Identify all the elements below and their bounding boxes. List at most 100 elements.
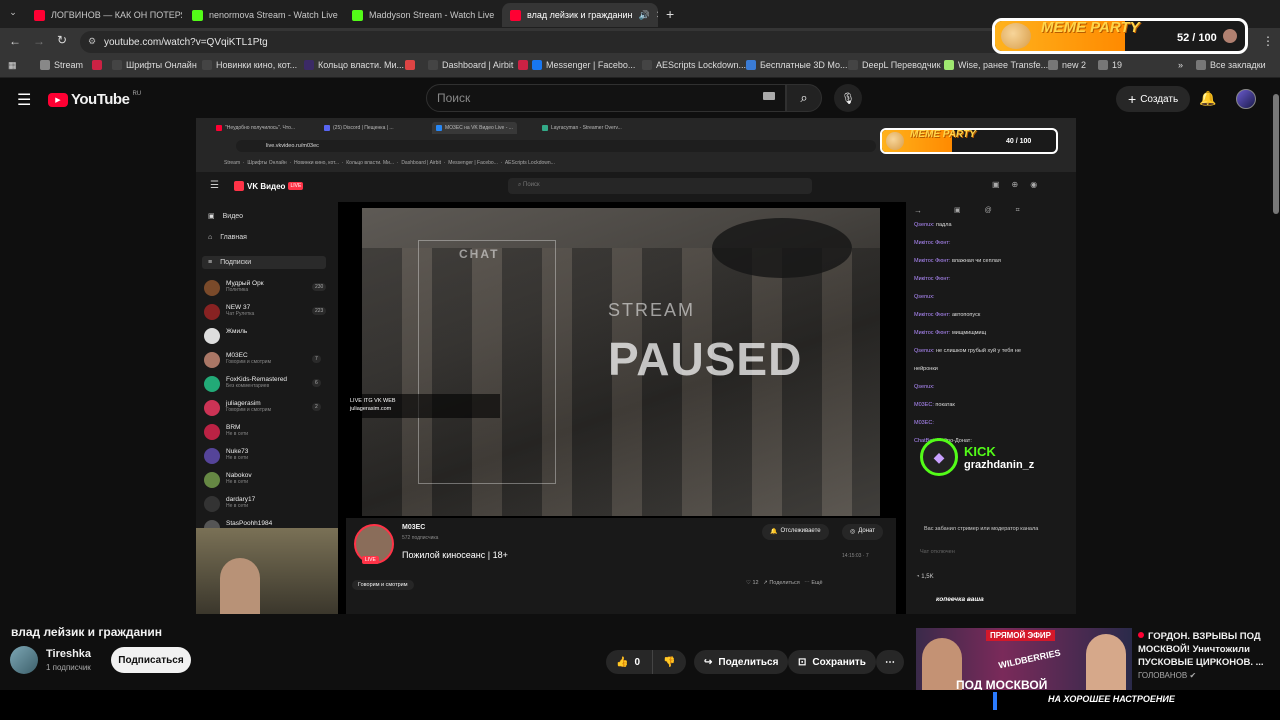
search-input[interactable]: Поиск [426, 84, 786, 112]
kick-brand: KICK [964, 443, 996, 459]
account-avatar[interactable] [1236, 89, 1256, 109]
bookmark-fonts[interactable]: Шрифты Онлайн [112, 60, 197, 70]
speaker-icon[interactable]: 🔊 [639, 10, 650, 21]
bookmark-stream[interactable]: Stream [40, 60, 83, 70]
page-scrollbar[interactable] [1272, 82, 1280, 642]
chat-username: Микітос Фюнт: [914, 276, 951, 282]
channel-avatar[interactable] [10, 646, 38, 674]
site-info-icon[interactable]: ⚙ [88, 36, 96, 47]
subscribe-label: Подписаться [118, 654, 184, 666]
rec-thumbnail[interactable]: ПРЯМОЙ ЭФИР WILDBERRIES ПОД МОСКВОЙ [916, 628, 1132, 692]
keyboard-icon[interactable] [763, 92, 775, 100]
apps-icon[interactable]: ▦ [8, 60, 17, 71]
bottom-tagline: НА ХОРОШЕЕ НАСТРОЕНИЕ [1048, 694, 1175, 704]
stream-share: Поделиться [769, 580, 800, 586]
browser-tab-4-active[interactable]: влад лейзик и гражданин 🔊 ✕ [502, 3, 658, 27]
favicon-icon [324, 125, 330, 131]
channel-status: Политика [226, 287, 249, 293]
inner-bookmark: AEScripts Lockdown... [504, 160, 555, 166]
channel-item: Мудрый Орк Политика 230 [204, 280, 327, 296]
bookmark-movies[interactable]: Новинки кино, кот... [202, 60, 297, 70]
bookmark-gmail[interactable] [405, 60, 415, 70]
bookmark-wise[interactable]: Wise, ранее Transfe... [944, 60, 1048, 70]
bookmark-label: Dashboard | Airbit [442, 60, 514, 70]
rec-channel[interactable]: ГОЛОВАНОВ ✔ [1138, 671, 1196, 680]
all-bookmarks[interactable]: Все закладки [1196, 60, 1266, 70]
channel-item: juliagerasim Говорим и смотрим 2 [204, 400, 321, 416]
like-button[interactable]: 👍 0 [606, 650, 652, 674]
chat-message: Микітос Фюнт: влажная чи сеплая [914, 258, 1001, 264]
nav-video: ▣ Видео [208, 212, 243, 221]
channel-name: FoxKids-Remastered [226, 376, 288, 383]
bookmark-aescripts[interactable]: AEScripts Lockdown... [642, 60, 746, 70]
stream-player: CHAT STREAM PAUSED [362, 208, 880, 516]
bookmark-rings[interactable]: Кольцо власти. Ми... [304, 60, 404, 70]
chat-message: Qsenux: падла [914, 222, 952, 228]
bookmark-icon [92, 60, 102, 70]
browser-tab-1[interactable]: ЛОГВИНОВ — КАК ОН ПОТЕРЯ ✕ [26, 3, 182, 27]
bookmark-19[interactable]: 19 [1098, 60, 1122, 70]
bookmark-label: Messenger | Facebo... [546, 60, 636, 70]
bookmark-deepl[interactable]: DeepL Переводчик [848, 60, 941, 70]
browser-tab-2[interactable]: nenormova Stream - Watch Live ✕ [184, 3, 340, 27]
favicon-icon [542, 125, 548, 131]
scrollbar-thumb[interactable] [1273, 94, 1279, 214]
new-tab-button[interactable]: + [666, 6, 674, 22]
bookmarks-overflow-icon[interactable]: » [1178, 60, 1183, 70]
voice-search-button[interactable]: 🎙 [834, 84, 862, 112]
bookmark-new2[interactable]: new 2 [1048, 60, 1086, 70]
channel-name[interactable]: Tireshka [46, 648, 91, 660]
chat-text: мищмищмищ [952, 330, 987, 336]
thumb-brand: WILDBERRIES [997, 647, 1062, 671]
bookmark-icon [202, 60, 212, 70]
subscribe-button[interactable]: Подписаться [111, 647, 191, 673]
bookmark-messenger[interactable]: Messenger | Facebo... [518, 60, 635, 70]
notifications-bell-icon[interactable]: 🔔 [1199, 90, 1216, 107]
favicon-icon [436, 125, 442, 131]
bookmark-3d[interactable]: Бесплатные 3D Мо... [746, 60, 848, 70]
bookmark-icon [428, 60, 438, 70]
create-button[interactable]: + Создать [1116, 86, 1191, 112]
gmail-icon [405, 60, 415, 70]
recommended-video[interactable]: ПРЯМОЙ ЭФИР WILDBERRIES ПОД МОСКВОЙ ГОРД… [916, 628, 1280, 692]
bookmark-red[interactable] [92, 60, 102, 70]
chat-points-value: 1,5K [921, 574, 934, 580]
inner-tab-2: (25) Discord | Пещенка | ... [324, 122, 394, 134]
inner-meme-party-widget: MEME PARTY 40 / 100 [880, 128, 1058, 154]
browser-tab-3[interactable]: Maddyson Stream - Watch Live ✕ [344, 3, 500, 27]
channel-item: BRM Не в сети [204, 424, 248, 440]
back-icon[interactable]: ← [9, 34, 21, 48]
save-button[interactable]: ⊡ Сохранить [788, 650, 876, 674]
youtube-logo[interactable]: ▶ YouTube RU [48, 91, 141, 108]
channel-name: Nuke73 [226, 448, 249, 455]
hat-silhouettes [712, 218, 852, 278]
channel-name: juliagerasim [226, 400, 261, 407]
share-button[interactable]: ↪ Поделиться [694, 650, 789, 674]
channel-avatar [204, 304, 220, 320]
dislike-button[interactable]: 👎 [652, 650, 686, 674]
bookmark-airbit[interactable]: Dashboard | Airbit [428, 60, 513, 70]
video-player[interactable]: "Неудобно получилось". Что... (25) Disco… [196, 118, 1076, 614]
reload-icon[interactable]: ↻ [57, 33, 67, 47]
subscriber-count: 1 подписчик [46, 663, 91, 672]
search-button[interactable]: ⌕ [786, 84, 822, 112]
follow-label: Отслеживаете [780, 528, 821, 534]
rec-title[interactable]: ГОРДОН. ВЗРЫВЫ ПОД МОСКВОЙ! Уничтожили П… [1138, 630, 1276, 669]
menu-dots-icon[interactable]: ⋮ [1262, 34, 1274, 48]
paused-word: PAUSED [608, 333, 803, 385]
tab-search-icon[interactable]: ⌄ [6, 7, 20, 21]
rec-channel-name: ГОЛОВАНОВ [1138, 671, 1188, 680]
avatar-live-badge: LIVE [362, 556, 379, 564]
bell-icon: 🔔 [770, 529, 778, 535]
hamburger-menu-icon[interactable]: ☰ [17, 90, 31, 110]
thumb-face-right [1086, 634, 1126, 692]
channel-avatar [204, 280, 220, 296]
inner-tab-title: "Неудобно получилось". Что... [225, 125, 296, 131]
forward-icon[interactable]: → [33, 34, 45, 48]
platform-tags: LIVE ITG VK WEB juliagerasim.com [344, 394, 500, 418]
folder-icon [1098, 60, 1108, 70]
more-actions-button[interactable]: ⋯ [876, 650, 904, 674]
chat-tabs: ▣@⌗ [954, 207, 1044, 214]
inner-tab-3: MO3EC на VK Видео Live - ... [432, 122, 517, 134]
close-icon[interactable]: ✕ [656, 10, 658, 21]
